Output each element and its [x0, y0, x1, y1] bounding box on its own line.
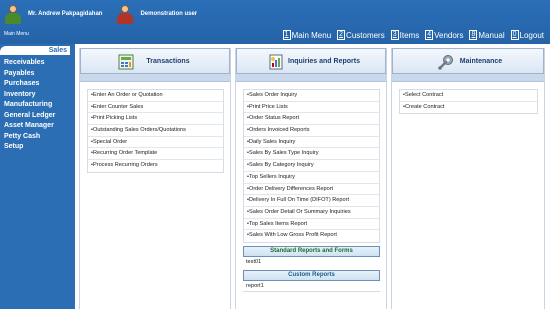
top-header: Mr. Andrew Pakpagidahan Demonstration us… [0, 0, 550, 44]
nav-label: Main Menu [291, 30, 332, 40]
sidebar: Sales Receivables Payables Purchases Inv… [0, 46, 70, 153]
list-item[interactable]: Sales Order Detail Or Summary Inquiries [244, 207, 379, 219]
list-item[interactable]: Print Picking Lists [88, 113, 223, 126]
list-item[interactable]: Enter An Order or Quotation [88, 90, 223, 102]
nav-shortcut-key: 0 [510, 30, 519, 40]
maintenance-header: Maintenance [392, 48, 544, 74]
company-avatar-icon [116, 4, 134, 24]
custom-reports-header: Custom Reports [243, 269, 380, 281]
reports-icon [269, 54, 283, 70]
list-item[interactable]: Select Contract [400, 90, 537, 102]
list-item[interactable]: Orders Invoiced Reports [244, 125, 379, 137]
nav-shortcut-key: 2 [337, 30, 346, 40]
sidebar-item-sales[interactable]: Sales [0, 46, 70, 55]
sidebar-item-purchases[interactable]: Purchases [0, 79, 70, 90]
sidebar-item-asset-manager[interactable]: Asset Manager [0, 121, 70, 132]
header-band [236, 74, 386, 82]
main-panel: Transactions Enter An Order or Quotation… [75, 44, 550, 309]
nav-items[interactable]: 3 Items [390, 30, 420, 40]
standard-reports-header: Standard Reports and Forms [243, 245, 380, 257]
main-menu-label: Main Menu [4, 31, 29, 37]
header-band [80, 74, 230, 82]
list-item[interactable]: Order Status Report [244, 113, 379, 126]
inquiries-column: Inquiries and Reports Sales Order Inquir… [235, 48, 387, 309]
list-item[interactable]: Recurring Order Template [88, 148, 223, 161]
nav-shortcut-key: 3 [390, 30, 399, 40]
list-item[interactable]: Top Sales Items Report [244, 219, 379, 231]
list-item[interactable]: Delivery In Full On Time (DIFOT) Report [244, 195, 379, 207]
transactions-list: Enter An Order or Quotation Enter Counte… [87, 89, 224, 173]
custom-report-link[interactable]: report1 [243, 281, 380, 291]
nav-shortcut-key: 8 [469, 30, 478, 40]
nav-main-menu[interactable]: 1 Main Menu [282, 30, 332, 40]
inquiries-header: Inquiries and Reports [236, 48, 386, 74]
list-item[interactable]: Print Price Lists [244, 102, 379, 114]
user-avatar-icon [4, 4, 22, 24]
nav-shortcut-key: 1 [282, 30, 291, 40]
list-item[interactable]: Outstanding Sales Orders/Quotations [88, 125, 223, 137]
sidebar-item-receivables[interactable]: Receivables [0, 58, 70, 69]
top-nav: 1 Main Menu 2 Customers 3 Items 4 Vendors 8M… [282, 30, 544, 40]
transactions-header: Transactions [80, 48, 230, 74]
inquiries-title: Inquiries and Reports [288, 57, 360, 65]
nav-label: Logout [519, 30, 544, 40]
maintenance-column: Maintenance Select Contract Create Contr… [391, 48, 545, 309]
transactions-title: Transactions [146, 57, 190, 65]
divider [243, 290, 380, 292]
nav-label: Customers [346, 30, 385, 40]
header-band [392, 74, 544, 82]
list-item[interactable]: Create Contract [400, 102, 537, 114]
nav-label: Manual [478, 30, 505, 40]
nav-shortcut-key: 4 [425, 30, 434, 40]
list-item[interactable]: Sales With Low Gross Profit Report [244, 230, 379, 242]
sidebar-item-petty-cash[interactable]: Petty Cash [0, 132, 70, 143]
list-item[interactable]: Daily Sales Inquiry [244, 137, 379, 149]
inquiries-list: Sales Order Inquiry Print Price Lists Or… [243, 89, 380, 243]
sidebar-item-setup[interactable]: Setup [0, 142, 70, 153]
list-item[interactable]: Order Delivery Differences Report [244, 184, 379, 196]
standard-report-link[interactable]: test01 [243, 257, 380, 267]
user-info: Mr. Andrew Pakpagidahan Demonstration us… [4, 4, 211, 24]
wrench-gear-icon [438, 55, 453, 70]
maintenance-list: Select Contract Create Contract [399, 89, 538, 115]
sidebar-item-payables[interactable]: Payables [0, 69, 70, 80]
nav-logout[interactable]: 0 Logout [510, 30, 544, 40]
sidebar-item-inventory[interactable]: Inventory [0, 90, 70, 101]
list-item[interactable]: Top Sellers Inquiry [244, 172, 379, 184]
user-name: Mr. Andrew Pakpagidahan [28, 11, 103, 17]
list-item[interactable]: Special Order [88, 137, 223, 149]
nav-vendors[interactable]: 4 Vendors [425, 30, 463, 40]
list-item[interactable]: Sales By Sales Type Inquiry [244, 148, 379, 161]
list-item[interactable]: Sales By Category Inquiry [244, 160, 379, 172]
list-item[interactable]: Sales Order Inquiry [244, 90, 379, 102]
transactions-icon [118, 54, 134, 70]
sidebar-item-manufacturing[interactable]: Manufacturing [0, 100, 70, 111]
company-name: Demonstration user [140, 11, 198, 17]
list-item[interactable]: Enter Counter Sales [88, 102, 223, 114]
nav-customers[interactable]: 2 Customers [337, 30, 385, 40]
nav-label: Items [399, 30, 420, 40]
list-item[interactable]: Process Recurring Orders [88, 160, 223, 172]
maintenance-title: Maintenance [459, 57, 503, 65]
sidebar-item-general-ledger[interactable]: General Ledger [0, 111, 70, 122]
transactions-column: Transactions Enter An Order or Quotation… [79, 48, 231, 309]
nav-label: Vendors [434, 30, 464, 40]
nav-manual[interactable]: 8 Manual [469, 30, 505, 40]
